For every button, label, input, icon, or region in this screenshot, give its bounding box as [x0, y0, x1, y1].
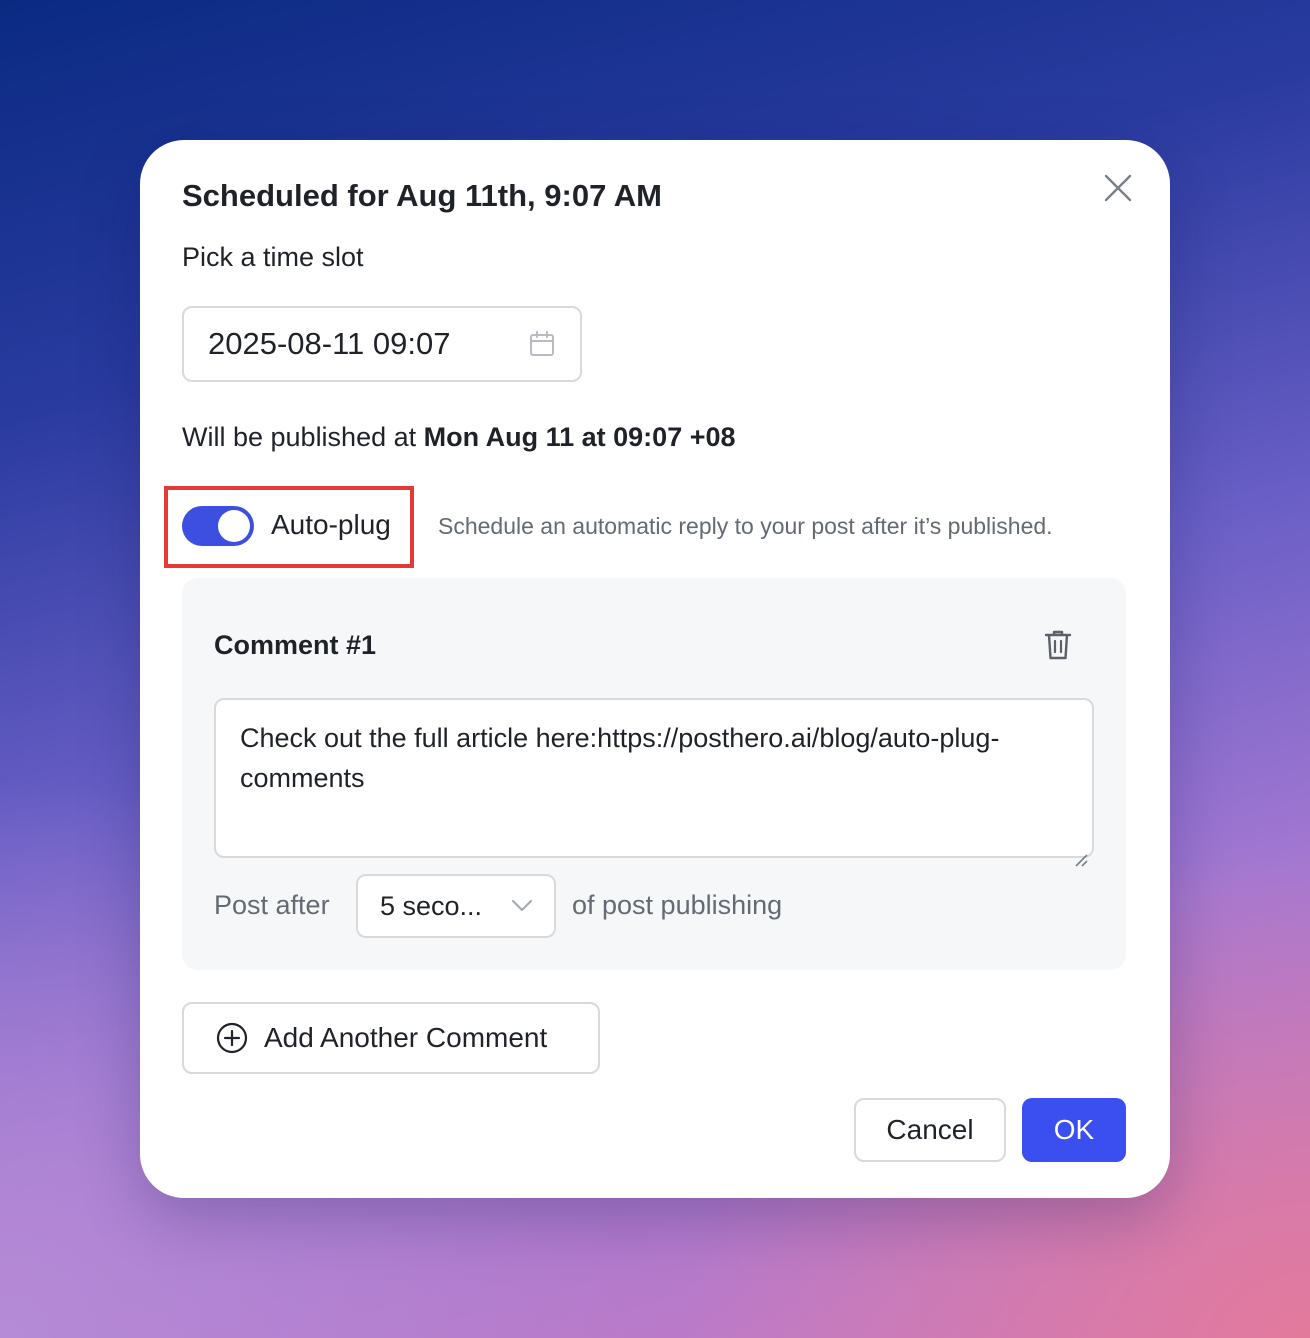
- calendar-icon: [528, 330, 556, 358]
- datetime-value: 2025-08-11 09:07: [208, 326, 451, 361]
- resize-handle-icon[interactable]: [1074, 838, 1088, 867]
- add-comment-button[interactable]: Add Another Comment: [182, 1002, 600, 1074]
- delay-select[interactable]: 5 seco...: [356, 874, 556, 938]
- publish-time-info: Will be published at Mon Aug 11 at 09:07…: [182, 422, 736, 453]
- comment-card: Comment #1 Check out the full article he…: [182, 578, 1126, 970]
- comment-textarea[interactable]: Check out the full article here:https://…: [214, 698, 1094, 867]
- cancel-button[interactable]: Cancel: [854, 1098, 1006, 1162]
- publish-prefix: Will be published at: [182, 422, 424, 452]
- delay-select-value: 5 seco...: [380, 890, 483, 921]
- trash-icon: [1044, 629, 1072, 666]
- autoplug-toggle[interactable]: [182, 506, 254, 546]
- autoplug-label: Auto-plug: [271, 509, 391, 540]
- chevron-down-icon: [512, 896, 532, 916]
- publish-datetime: Mon Aug 11 at 09:07 +08: [423, 422, 736, 452]
- autoplug-description: Schedule an automatic reply to your post…: [438, 513, 1053, 539]
- toggle-knob: [218, 510, 250, 542]
- post-after-suffix: of post publishing: [572, 890, 783, 920]
- plus-circle-icon: [216, 1022, 248, 1054]
- schedule-dialog: Scheduled for Aug 11th, 9:07 AM Pick a t…: [140, 140, 1170, 1198]
- comment-text: Check out the full article here:https://…: [240, 723, 1000, 793]
- close-button[interactable]: [1098, 170, 1138, 210]
- close-icon: [1104, 174, 1132, 207]
- time-slot-label: Pick a time slot: [182, 242, 364, 272]
- add-comment-label: Add Another Comment: [264, 1022, 548, 1053]
- comment-title: Comment #1: [214, 630, 377, 660]
- ok-button[interactable]: OK: [1022, 1098, 1126, 1162]
- datetime-picker-input[interactable]: 2025-08-11 09:07: [182, 306, 582, 382]
- delete-comment-button[interactable]: [1040, 628, 1076, 666]
- post-after-label: Post after: [214, 890, 330, 920]
- dialog-title: Scheduled for Aug 11th, 9:07 AM: [182, 178, 663, 213]
